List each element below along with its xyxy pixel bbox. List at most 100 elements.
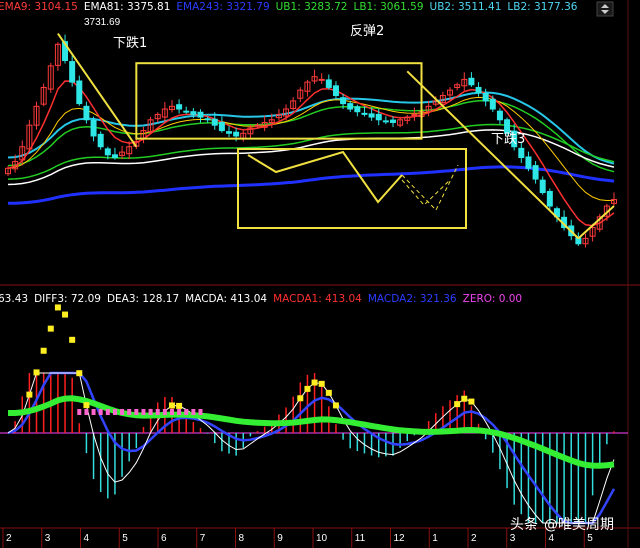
candle-body — [233, 131, 240, 137]
candle-body — [226, 131, 233, 134]
tick-label: 2 — [6, 533, 12, 544]
signal-dot — [454, 401, 461, 408]
candle-body — [90, 119, 97, 137]
candle-body — [197, 111, 204, 118]
candle-body — [482, 92, 489, 102]
candle-body — [382, 120, 389, 123]
diff-bar — [98, 409, 103, 415]
candle-body — [525, 156, 532, 169]
signal-dot — [40, 347, 47, 354]
diff-bar — [148, 409, 153, 415]
tick-label: 8 — [239, 533, 245, 544]
legend-item: MACDA: 413.04 — [185, 293, 267, 305]
macd-legend: 63.43 DIFF3: 72.09 DEA3: 128.17 MACDA: 413.… — [0, 293, 522, 305]
legend-item: UB2: 3511.41 — [430, 1, 502, 13]
diff-bar — [169, 409, 174, 415]
candle-body — [347, 103, 354, 110]
candle-body — [475, 86, 482, 94]
watermark: 头条 @唯美周期 — [510, 516, 614, 533]
diff-bar — [134, 409, 139, 415]
tick-label: 5 — [587, 533, 593, 544]
candle-body — [69, 61, 76, 83]
candle-body — [204, 118, 211, 121]
drop3-label: 下跌3 — [491, 131, 525, 147]
signal-dot — [54, 304, 61, 311]
signal-dot — [318, 380, 325, 387]
signal-dot — [83, 402, 90, 409]
signal-dot — [62, 311, 69, 318]
peak-price-label: 3731.69 — [84, 17, 121, 28]
diff-bar — [112, 409, 117, 415]
legend-item: ZERO: 0.00 — [463, 293, 522, 305]
diff-bar — [162, 409, 167, 415]
tick-label: 11 — [355, 533, 366, 544]
tick-label: 6 — [161, 533, 167, 544]
candle-body — [496, 110, 503, 121]
tick-label: 12 — [394, 533, 406, 544]
candle-body — [183, 110, 190, 113]
diff-bar — [191, 409, 196, 415]
signal-dot — [176, 402, 183, 409]
diff-bar — [105, 409, 110, 415]
candle-body — [340, 97, 347, 105]
watermark-handle: @唯美周期 — [544, 517, 614, 533]
candle-body — [375, 113, 382, 121]
legend-item: LB2: 3177.36 — [507, 1, 577, 13]
tick-label: 4 — [549, 533, 555, 544]
diff-bar — [127, 409, 132, 415]
candle-body — [539, 179, 546, 194]
diff-bar — [177, 409, 182, 415]
signal-dot — [76, 370, 83, 377]
tick-label: 5 — [122, 533, 128, 544]
chart-background — [0, 0, 640, 548]
signal-dot — [332, 402, 339, 409]
diff-bar — [198, 409, 203, 415]
legend-item: MACDA1: 413.04 — [273, 293, 362, 305]
signal-dot — [304, 385, 311, 392]
legend-item: EMA81: 3375.81 — [84, 1, 171, 13]
signal-dot — [468, 398, 475, 405]
candle-body — [97, 133, 104, 148]
diff-bar — [155, 409, 160, 415]
candle-body — [368, 113, 375, 118]
price-legend: EMA9: 3104.15 EMA81: 3375.81 EMA243: 3321.… — [0, 1, 578, 13]
diff-bar — [77, 409, 82, 415]
signal-dot — [297, 395, 304, 402]
candle-body — [332, 85, 339, 97]
candle-body — [176, 104, 183, 110]
signal-dot — [311, 379, 318, 386]
candle-body — [354, 106, 361, 113]
candle-body — [218, 121, 225, 132]
legend-item: DEA3: 128.17 — [107, 293, 179, 305]
drop1-label: 下跌1 — [113, 35, 147, 51]
signal-dot — [325, 389, 332, 396]
legend-item: UB1: 3283.72 — [276, 1, 348, 13]
legend-item: DIFF3: 72.09 — [34, 293, 101, 305]
watermark-brand: 头条 — [510, 516, 538, 533]
candle-body — [575, 237, 582, 245]
up-down-arrow-icon[interactable] — [596, 1, 614, 17]
diff-bar — [120, 409, 125, 415]
legend-item: EMA9: 3104.15 — [0, 1, 78, 13]
legend-item: EMA243: 3321.79 — [176, 1, 269, 13]
tick-label: 7 — [200, 533, 206, 544]
diff-bar — [91, 409, 96, 415]
candle-body — [468, 77, 475, 86]
candle-body — [111, 154, 118, 159]
candle-body — [76, 80, 83, 105]
candle-body — [518, 147, 525, 159]
rebound2-label: 反弹2 — [350, 24, 384, 39]
stock-chart: EMA9: 3104.15 EMA81: 3375.81 EMA243: 3321.… — [0, 0, 640, 548]
tick-label: 3 — [510, 533, 516, 544]
signal-dot — [33, 369, 40, 376]
legend-item: MACDA2: 321.36 — [368, 293, 457, 305]
candle-body — [361, 112, 368, 115]
diff-bar — [84, 409, 89, 415]
candle-body — [532, 165, 539, 180]
candle-body — [83, 105, 90, 121]
diff-bar — [184, 409, 189, 415]
candle-body — [489, 98, 496, 110]
candle-body — [190, 111, 197, 115]
tick-label: 10 — [316, 533, 328, 544]
candle-body — [318, 78, 325, 81]
